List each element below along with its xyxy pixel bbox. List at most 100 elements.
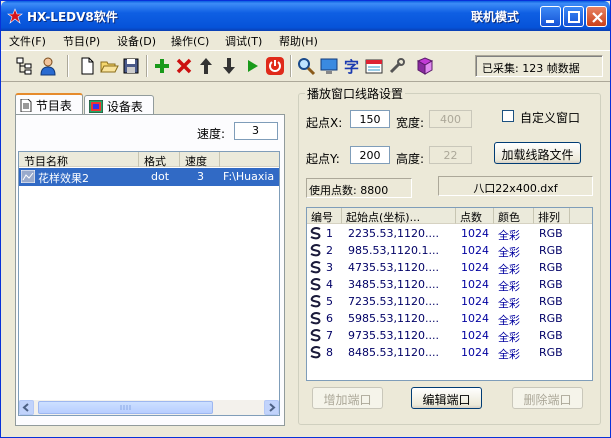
table-row[interactable]: 3 4735.53,1120.... 1024 全彩 RGB (307, 259, 592, 276)
port-icon (310, 346, 321, 359)
menu-file[interactable]: 文件(F) (9, 33, 46, 49)
tab-program-list[interactable]: 节目表 (15, 93, 83, 115)
start-y-input[interactable]: 200 (350, 146, 390, 164)
load-route-file-button[interactable]: 加载线路文件 (494, 142, 581, 164)
add-button[interactable] (152, 56, 172, 76)
table-row[interactable]: 7 9735.53,1120.... 1024 全彩 RGB (307, 327, 592, 344)
program-format: dot (151, 170, 170, 183)
program-speed: 3 (197, 170, 204, 183)
calendar-button[interactable] (364, 56, 384, 76)
app-logo-icon (7, 8, 23, 24)
col-format[interactable]: 格式 (139, 152, 180, 168)
power-button[interactable] (265, 56, 285, 76)
height-input[interactable]: 22 (429, 146, 472, 164)
port-start: 985.53,1120.1... (348, 244, 439, 257)
port-points: 1024 (461, 295, 489, 308)
port-color: 全彩 (498, 280, 520, 293)
move-down-button[interactable] (219, 56, 239, 76)
table-row[interactable]: 8 8485.53,1120.... 1024 全彩 RGB (307, 344, 592, 361)
calendar-icon (365, 59, 383, 74)
effect-file-icon (21, 170, 35, 183)
port-id: 8 (326, 346, 333, 359)
arrow-down-icon (223, 58, 235, 74)
speed-input[interactable]: 3 (234, 122, 278, 140)
menu-program[interactable]: 节目(P) (63, 33, 100, 49)
program-list[interactable]: 节目名称 格式 速度 花样效果2 dot 3 F:\Huaxia (18, 151, 280, 416)
port-table[interactable]: 编号 起始点(坐标)... 点数 颜色 排列 1 2235.53,1120...… (306, 207, 593, 381)
close-button[interactable] (586, 6, 607, 27)
tab-device-list[interactable]: 设备表 (84, 95, 154, 115)
table-row[interactable]: 6 5985.53,1120.... 1024 全彩 RGB (307, 310, 592, 327)
title-bar[interactable]: HX-LEDV8软件 联机模式 (1, 1, 610, 31)
delete-button[interactable] (174, 56, 194, 76)
folder-open-icon (100, 61, 119, 73)
port-start: 4735.53,1120.... (348, 261, 439, 274)
tab-label: 节目表 (35, 99, 72, 113)
maximize-icon (568, 11, 580, 23)
play-button[interactable] (242, 56, 262, 76)
col-color[interactable]: 颜色 (494, 208, 534, 224)
edit-port-button[interactable]: 编辑端口 (411, 387, 482, 409)
book-icon (416, 57, 434, 75)
table-row[interactable]: 5 7235.53,1120.... 1024 全彩 RGB (307, 293, 592, 310)
window-title: HX-LEDV8软件 (27, 10, 118, 24)
col-program-name[interactable]: 节目名称 (19, 152, 139, 168)
move-up-button[interactable] (196, 56, 216, 76)
port-color: 全彩 (498, 348, 520, 361)
port-points: 1024 (461, 329, 489, 342)
delete-port-button[interactable]: 删除端口 (512, 387, 583, 409)
program-path: F:\Huaxia (223, 170, 275, 183)
user-button[interactable] (38, 56, 58, 76)
toolbar-separator (290, 55, 292, 77)
scroll-right-button[interactable] (264, 400, 279, 415)
monitor-button[interactable] (319, 56, 339, 76)
add-port-button[interactable]: 增加端口 (312, 387, 383, 409)
menu-operation[interactable]: 操作(C) (171, 33, 209, 49)
svg-text:字: 字 (344, 58, 359, 76)
start-x-input[interactable]: 150 (350, 110, 390, 128)
minimize-button[interactable] (540, 6, 561, 27)
col-start[interactable]: 起始点(坐标)... (342, 208, 456, 224)
col-empty (570, 208, 592, 224)
save-button[interactable] (121, 56, 141, 76)
open-folder-button[interactable] (99, 56, 119, 76)
search-icon (298, 58, 316, 76)
height-label: 高度: (396, 152, 425, 166)
col-id[interactable]: 编号 (307, 208, 342, 224)
wrench-icon (389, 58, 405, 74)
scroll-left-button[interactable] (19, 400, 34, 415)
menu-device[interactable]: 设备(D) (117, 33, 156, 49)
table-row[interactable]: 花样效果2 dot 3 F:\Huaxia (19, 168, 279, 186)
col-path[interactable] (220, 152, 279, 167)
table-row[interactable]: 1 2235.53,1120.... 1024 全彩 RGB (307, 225, 592, 242)
text-button[interactable]: 字 (342, 56, 362, 76)
col-order[interactable]: 排列 (534, 208, 570, 224)
port-icon (310, 278, 321, 291)
scroll-thumb[interactable] (38, 401, 213, 414)
text-char-icon: 字 (344, 58, 359, 76)
port-points: 1024 (461, 278, 489, 291)
width-input[interactable]: 400 (429, 110, 472, 128)
table-row[interactable]: 4 3485.53,1120.... 1024 全彩 RGB (307, 276, 592, 293)
menu-debug[interactable]: 调试(T) (225, 33, 262, 49)
tree-view-button[interactable] (15, 56, 35, 76)
chevron-left-icon (22, 403, 29, 412)
new-file-button[interactable] (77, 56, 97, 76)
start-x-label: 起点X: (306, 116, 343, 130)
custom-window-checkbox[interactable] (502, 110, 514, 122)
device-picture-icon (88, 99, 104, 114)
speed-label: 速度: (197, 127, 226, 141)
horizontal-scrollbar[interactable] (19, 400, 279, 415)
port-order: RGB (539, 227, 563, 240)
tools-button[interactable] (387, 56, 407, 76)
minimize-icon (546, 20, 554, 23)
help-book-button[interactable] (415, 56, 435, 76)
menu-help[interactable]: 帮助(H) (279, 33, 318, 49)
document-icon (20, 98, 32, 113)
table-row[interactable]: 2 985.53,1120.1... 1024 全彩 RGB (307, 242, 592, 259)
search-button[interactable] (296, 56, 316, 76)
port-points: 1024 (461, 227, 489, 240)
col-points[interactable]: 点数 (456, 208, 494, 224)
col-speed[interactable]: 速度 (180, 152, 220, 168)
maximize-button[interactable] (563, 6, 584, 27)
